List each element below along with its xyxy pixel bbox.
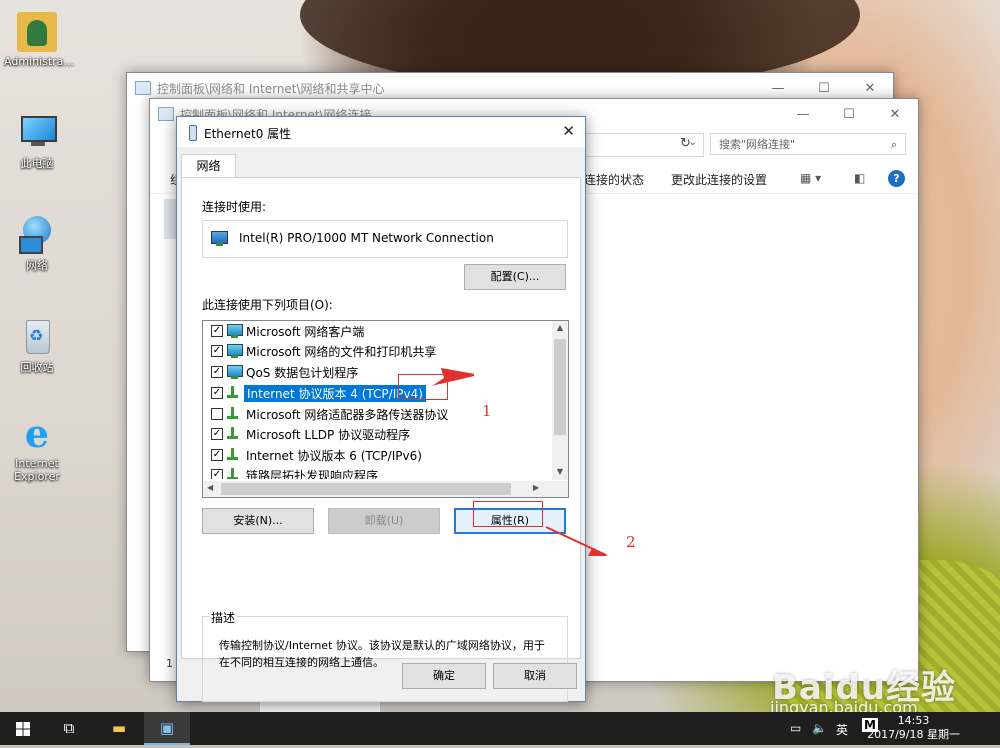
start-button[interactable] [0, 712, 46, 745]
task-view-icon[interactable]: ⧉ [46, 712, 92, 745]
volume-icon[interactable]: 🔈 [812, 721, 827, 735]
network-tray-icon[interactable]: ▭ [790, 721, 801, 735]
file-explorer-icon[interactable]: ▬ [96, 712, 142, 745]
clock-date: 2017/9/18 星期一 [867, 728, 960, 741]
annotation-arrows [432, 368, 608, 556]
control-panel-taskbar-icon[interactable]: ▣ [144, 712, 190, 745]
windows-logo-icon [16, 722, 30, 736]
taskbar: ⧉ ▬ ▣ ▭ 🔈 英 M 14:53 2017/9/18 星期一 [0, 712, 1000, 745]
annotation-number-2: 2 [626, 533, 636, 551]
arrow-2-line [545, 526, 607, 556]
clock-time: 14:53 [897, 714, 930, 727]
annotation-number-1: 1 [482, 402, 492, 420]
language-indicator[interactable]: 英 [836, 721, 848, 738]
clock[interactable]: 14:53 2017/9/18 星期一 [867, 714, 960, 742]
